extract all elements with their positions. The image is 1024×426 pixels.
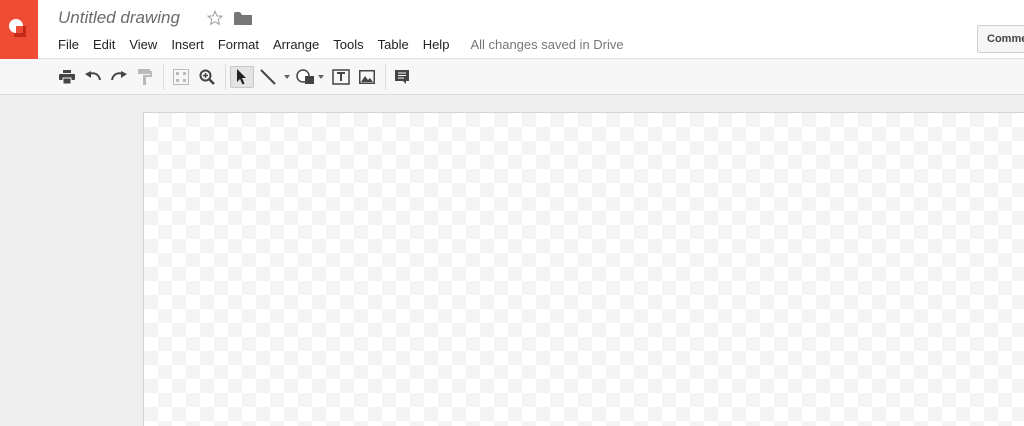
redo-button[interactable]: [107, 66, 131, 88]
snap-to-grid-button[interactable]: [169, 66, 193, 88]
menu-table[interactable]: Table: [371, 37, 416, 52]
paint-format-icon: [138, 69, 152, 85]
menu-edit[interactable]: Edit: [86, 37, 122, 52]
drawings-logo[interactable]: [0, 0, 38, 59]
textbox-icon: [332, 69, 350, 85]
textbox-tool-button[interactable]: [329, 66, 353, 88]
save-status[interactable]: All changes saved in Drive: [470, 37, 623, 52]
image-tool-button[interactable]: [355, 66, 379, 88]
comment-button[interactable]: [390, 66, 414, 88]
drawings-app: Untitled drawing File Edit View Insert F…: [0, 0, 1024, 426]
line-icon: [260, 69, 276, 85]
menu-arrange[interactable]: Arrange: [266, 37, 326, 52]
shape-icon: [296, 69, 314, 84]
menu-bar: File Edit View Insert Format Arrange Too…: [51, 35, 624, 53]
shape-tool-button[interactable]: [294, 66, 318, 88]
paint-format-button[interactable]: [133, 66, 157, 88]
drawing-canvas[interactable]: [143, 112, 1024, 426]
toolbar-separator: [225, 64, 226, 90]
menu-format[interactable]: Format: [211, 37, 266, 52]
print-button[interactable]: [55, 66, 79, 88]
image-icon: [359, 70, 375, 84]
zoom-button[interactable]: [195, 66, 219, 88]
menu-help[interactable]: Help: [416, 37, 457, 52]
undo-icon: [85, 71, 101, 81]
toolbar: [0, 59, 1024, 95]
line-tool-dropdown-caret[interactable]: [284, 75, 290, 79]
folder-icon[interactable]: [234, 11, 252, 26]
drawings-logo-icon: [9, 19, 26, 37]
comments-button[interactable]: Comments: [977, 25, 1024, 53]
select-tool-button[interactable]: [230, 66, 254, 88]
undo-button[interactable]: [81, 66, 105, 88]
star-outline-icon[interactable]: [206, 9, 224, 27]
menu-tools[interactable]: Tools: [326, 37, 370, 52]
menu-insert[interactable]: Insert: [164, 37, 211, 52]
toolbar-separator: [385, 64, 386, 90]
print-icon: [59, 70, 75, 84]
redo-icon: [111, 71, 127, 81]
document-title[interactable]: Untitled drawing: [58, 8, 180, 28]
menu-view[interactable]: View: [122, 37, 164, 52]
snap-to-grid-icon: [173, 69, 189, 85]
toolbar-separator: [163, 64, 164, 90]
zoom-icon: [199, 69, 215, 85]
select-cursor-icon: [237, 69, 246, 85]
menu-file[interactable]: File: [51, 37, 86, 52]
comment-icon: [395, 70, 409, 84]
shape-tool-dropdown-caret[interactable]: [318, 75, 324, 79]
app-header: Untitled drawing File Edit View Insert F…: [0, 0, 1024, 59]
line-tool-button[interactable]: [256, 66, 280, 88]
